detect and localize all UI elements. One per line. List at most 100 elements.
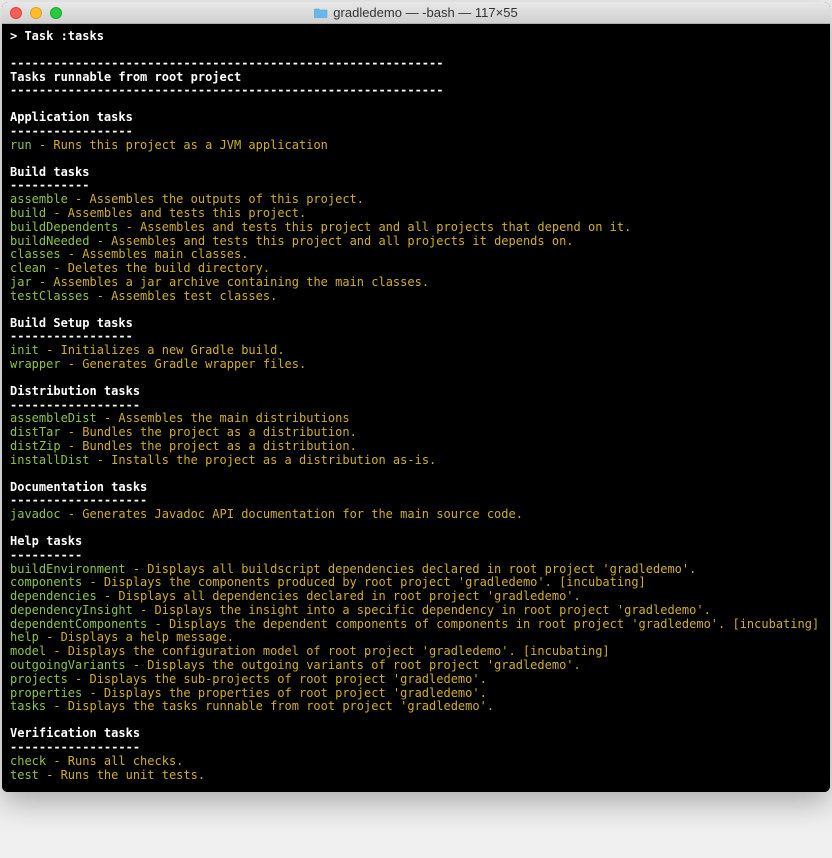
traffic-lights	[2, 7, 62, 19]
section-rule: -----------------	[10, 330, 822, 344]
task-name: components	[10, 575, 82, 589]
task-name: projects	[10, 672, 68, 686]
task-name: assembleDist	[10, 411, 97, 425]
task-desc: - Assembles and tests this project and a…	[118, 220, 631, 234]
task-line: javadoc - Generates Javadoc API document…	[10, 508, 822, 522]
task-line: dependencies - Displays all dependencies…	[10, 590, 822, 604]
task-name: testClasses	[10, 289, 89, 303]
section-rule: -----------	[10, 179, 822, 193]
folder-icon	[314, 7, 328, 18]
task-line: dependentComponents - Displays the depen…	[10, 618, 822, 632]
task-desc: - Displays the outgoing variants of root…	[126, 658, 581, 672]
task-name: dependencyInsight	[10, 603, 133, 617]
prompt-line: > Task :tasks	[10, 30, 822, 44]
task-line: wrapper - Generates Gradle wrapper files…	[10, 358, 822, 372]
minimize-button[interactable]	[30, 7, 42, 19]
task-line: buildDependents - Assembles and tests th…	[10, 221, 822, 235]
section-title: Application tasks	[10, 111, 822, 125]
task-name: dependentComponents	[10, 617, 147, 631]
section-rule: ------------------	[10, 399, 822, 413]
task-line: clean - Deletes the build directory.	[10, 262, 822, 276]
section-title: Build tasks	[10, 166, 822, 180]
task-name: run	[10, 138, 32, 152]
task-desc: - Assembles and tests this project.	[46, 206, 306, 220]
section-title: Distribution tasks	[10, 385, 822, 399]
task-name: distZip	[10, 439, 61, 453]
task-line: properties - Displays the properties of …	[10, 687, 822, 701]
task-desc: - Initializes a new Gradle build.	[39, 343, 285, 357]
title-area: gradledemo — -bash — 117×55	[2, 5, 830, 20]
task-line: help - Displays a help message.	[10, 631, 822, 645]
window-titlebar[interactable]: gradledemo — -bash — 117×55	[2, 2, 830, 24]
task-desc: - Displays a help message.	[39, 630, 234, 644]
task-name: test	[10, 768, 39, 782]
task-name: buildEnvironment	[10, 562, 126, 576]
task-desc: - Displays the properties of root projec…	[82, 686, 487, 700]
task-line: installDist - Installs the project as a …	[10, 454, 822, 468]
task-name: check	[10, 754, 46, 768]
task-name: distTar	[10, 425, 61, 439]
task-name: dependencies	[10, 589, 97, 603]
task-desc: - Displays all buildscript dependencies …	[126, 562, 697, 576]
task-name: javadoc	[10, 507, 61, 521]
section-rule: ----------	[10, 549, 822, 563]
task-line: init - Initializes a new Gradle build.	[10, 344, 822, 358]
task-line: jar - Assembles a jar archive containing…	[10, 276, 822, 290]
task-name: properties	[10, 686, 82, 700]
window-title: gradledemo — -bash — 117×55	[333, 5, 517, 20]
task-name: model	[10, 644, 46, 658]
task-desc: - Generates Gradle wrapper files.	[61, 357, 307, 371]
task-name: buildDependents	[10, 220, 118, 234]
task-desc: - Generates Javadoc API documentation fo…	[61, 507, 523, 521]
task-desc: - Assembles test classes.	[89, 289, 277, 303]
task-name: jar	[10, 275, 32, 289]
task-desc: - Displays the dependent components of c…	[147, 617, 819, 631]
section-rule: ------------------	[10, 741, 822, 755]
task-desc: - Displays the configuration model of ro…	[46, 644, 610, 658]
task-name: clean	[10, 261, 46, 275]
task-name: buildNeeded	[10, 234, 89, 248]
task-name: assemble	[10, 192, 68, 206]
close-button[interactable]	[10, 7, 22, 19]
task-name: tasks	[10, 699, 46, 713]
task-line: testClasses - Assembles test classes.	[10, 290, 822, 304]
task-desc: - Displays the components produced by ro…	[82, 575, 646, 589]
task-desc: - Assembles a jar archive containing the…	[32, 275, 429, 289]
task-desc: - Assembles main classes.	[61, 247, 249, 261]
task-line: buildNeeded - Assembles and tests this p…	[10, 235, 822, 249]
task-desc: - Runs this project as a JVM application	[32, 138, 328, 152]
task-line: test - Runs the unit tests.	[10, 769, 822, 783]
task-desc: - Assembles the main distributions	[97, 411, 350, 425]
task-line: assembleDist - Assembles the main distri…	[10, 412, 822, 426]
task-desc: - Installs the project as a distribution…	[89, 453, 436, 467]
task-name: classes	[10, 247, 61, 261]
task-desc: - Runs all checks.	[46, 754, 183, 768]
section-title: Build Setup tasks	[10, 317, 822, 331]
task-desc: - Deletes the build directory.	[46, 261, 270, 275]
heading-rule-bottom: ----------------------------------------…	[10, 84, 822, 98]
task-line: model - Displays the configuration model…	[10, 645, 822, 659]
task-name: installDist	[10, 453, 89, 467]
task-line: dependencyInsight - Displays the insight…	[10, 604, 822, 618]
task-desc: - Displays the sub-projects of root proj…	[68, 672, 487, 686]
task-line: build - Assembles and tests this project…	[10, 207, 822, 221]
terminal-content[interactable]: > Task :tasks --------------------------…	[2, 24, 830, 792]
section-rule: -----------------	[10, 125, 822, 139]
section-title: Help tasks	[10, 535, 822, 549]
task-name: wrapper	[10, 357, 61, 371]
task-name: init	[10, 343, 39, 357]
task-name: outgoingVariants	[10, 658, 126, 672]
section-title: Documentation tasks	[10, 481, 822, 495]
section-title: Verification tasks	[10, 727, 822, 741]
task-line: components - Displays the components pro…	[10, 576, 822, 590]
heading-rule-top: ----------------------------------------…	[10, 57, 822, 71]
task-line: classes - Assembles main classes.	[10, 248, 822, 262]
main-heading: Tasks runnable from root project	[10, 71, 822, 85]
task-line: distTar - Bundles the project as a distr…	[10, 426, 822, 440]
task-desc: - Assembles and tests this project and a…	[89, 234, 573, 248]
task-line: run - Runs this project as a JVM applica…	[10, 139, 822, 153]
maximize-button[interactable]	[50, 7, 62, 19]
task-line: buildEnvironment - Displays all buildscr…	[10, 563, 822, 577]
task-name: help	[10, 630, 39, 644]
task-line: tasks - Displays the tasks runnable from…	[10, 700, 822, 714]
